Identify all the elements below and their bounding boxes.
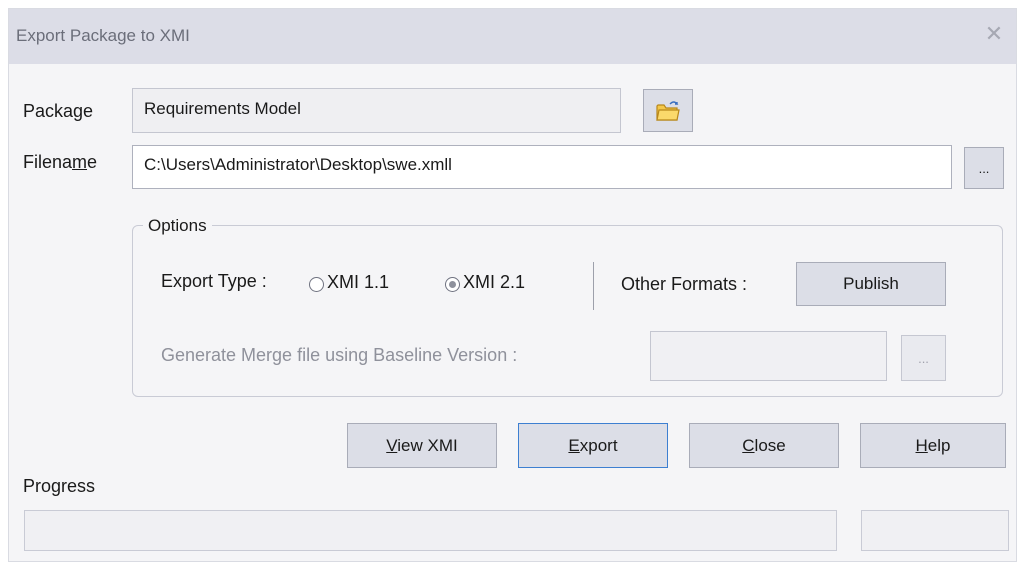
close-label: Close <box>742 435 786 455</box>
select-package-button[interactable] <box>643 89 693 132</box>
progress-status-box <box>861 510 1009 551</box>
export-xmi-dialog: Export Package to XMI ✕ Package Requirem… <box>9 9 1016 561</box>
package-label: Package <box>23 101 94 121</box>
options-legend: Options <box>143 216 212 236</box>
publish-button[interactable]: Publish <box>796 262 946 306</box>
export-label: Export <box>568 435 618 455</box>
view-xmi-label: View XMI <box>386 435 458 455</box>
export-button[interactable]: Export <box>518 423 668 468</box>
xmi11-label[interactable]: XMI 1.1 <box>327 272 389 293</box>
xmi21-label[interactable]: XMI 2.1 <box>463 272 525 293</box>
browse-filename-button[interactable]: ... <box>964 147 1004 189</box>
title-bar: Export Package to XMI ✕ <box>9 9 1016 64</box>
view-xmi-button[interactable]: View XMI <box>347 423 497 468</box>
options-divider <box>593 262 594 310</box>
browse-baseline-button[interactable]: ... <box>901 335 946 381</box>
folder-icon <box>656 100 680 121</box>
browse-filename-label: ... <box>978 160 990 176</box>
package-value: Requirements Model <box>144 99 301 118</box>
xmi11-radio[interactable] <box>309 277 324 292</box>
progress-label: Progress <box>23 476 96 496</box>
close-button[interactable]: Close <box>689 423 839 468</box>
progress-bar <box>24 510 837 551</box>
filename-label: Filename <box>23 152 98 172</box>
filename-value: C:\Users\Administrator\Desktop\swe.xmll <box>144 155 452 174</box>
other-formats-label: Other Formats : <box>621 274 748 294</box>
browse-baseline-label: ... <box>918 350 929 366</box>
publish-label: Publish <box>843 274 899 293</box>
export-type-label: Export Type : <box>161 271 267 291</box>
help-label: Help <box>915 435 951 455</box>
filename-input[interactable]: C:\Users\Administrator\Desktop\swe.xmll <box>132 145 952 189</box>
close-icon[interactable]: ✕ <box>982 22 1006 46</box>
dialog-title: Export Package to XMI <box>16 26 190 45</box>
xmi21-radio[interactable] <box>445 277 460 292</box>
package-field: Requirements Model <box>132 88 621 133</box>
help-button[interactable]: Help <box>860 423 1006 468</box>
baseline-version-field[interactable] <box>650 331 887 381</box>
merge-label: Generate Merge file using Baseline Versi… <box>161 345 518 365</box>
